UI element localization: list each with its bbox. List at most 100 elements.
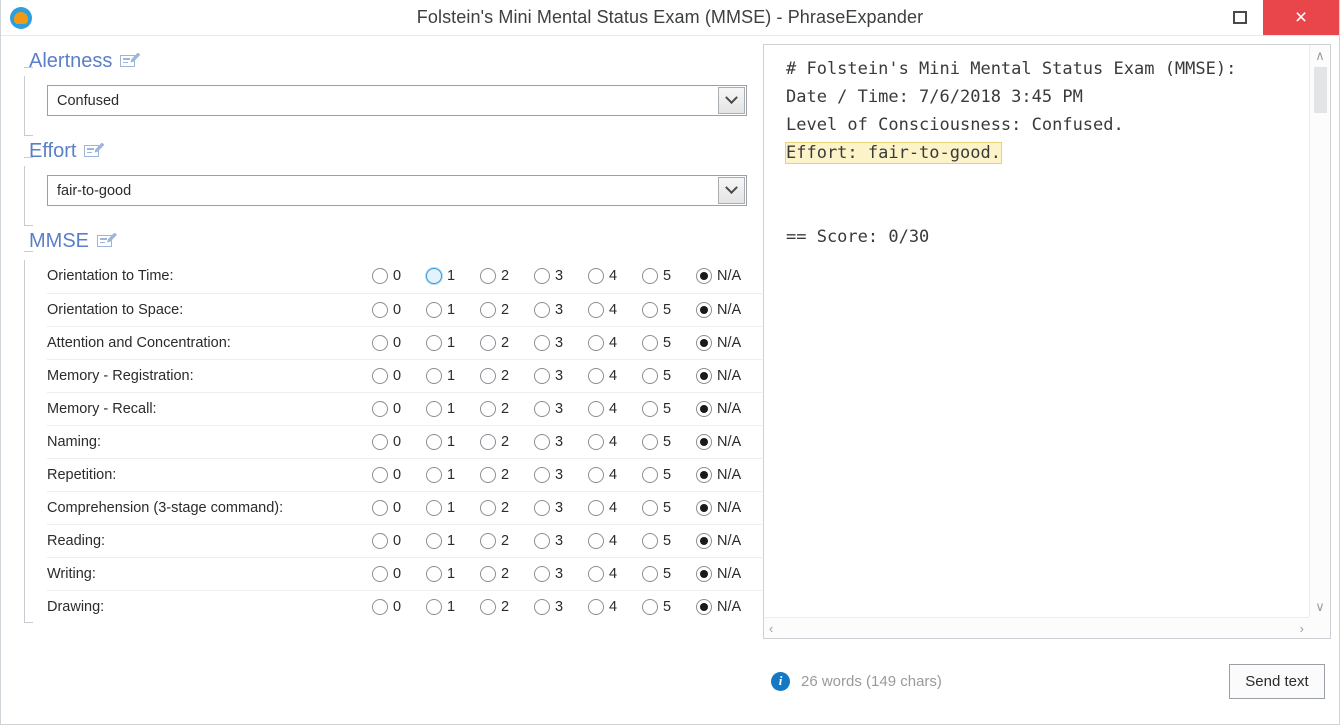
radio-button[interactable]	[534, 499, 550, 516]
radio-option-1[interactable]: 1	[426, 466, 480, 483]
radio-option-0[interactable]: 0	[372, 301, 426, 318]
close-button[interactable]: ×	[1263, 0, 1339, 35]
radio-button[interactable]	[534, 466, 550, 483]
radio-option-5[interactable]: 5	[642, 466, 696, 483]
radio-button[interactable]	[372, 367, 388, 384]
radio-option-1[interactable]: 1	[426, 433, 480, 450]
radio-button[interactable]	[534, 400, 550, 417]
radio-button[interactable]	[696, 301, 712, 318]
radio-button[interactable]	[372, 334, 388, 351]
radio-button[interactable]	[480, 301, 496, 318]
radio-option-1[interactable]: 1	[426, 598, 480, 615]
radio-button[interactable]	[426, 301, 442, 318]
radio-option-4[interactable]: 4	[588, 301, 642, 318]
radio-option-3[interactable]: 3	[534, 367, 588, 384]
radio-option-4[interactable]: 4	[588, 499, 642, 516]
radio-button[interactable]	[588, 367, 604, 384]
effort-select[interactable]: fair-to-good	[47, 175, 747, 206]
radio-option-5[interactable]: 5	[642, 367, 696, 384]
radio-option-5[interactable]: 5	[642, 499, 696, 516]
radio-button[interactable]	[372, 433, 388, 450]
vertical-scroll-thumb[interactable]	[1314, 67, 1327, 113]
radio-option-4[interactable]: 4	[588, 466, 642, 483]
radio-button[interactable]	[588, 400, 604, 417]
radio-option-3[interactable]: 3	[534, 334, 588, 351]
radio-button[interactable]	[642, 598, 658, 615]
radio-option-1[interactable]: 1	[426, 532, 480, 549]
radio-option-2[interactable]: 2	[480, 565, 534, 582]
radio-button[interactable]	[696, 532, 712, 549]
radio-button[interactable]	[696, 334, 712, 351]
radio-button[interactable]	[480, 367, 496, 384]
radio-option-1[interactable]: 1	[426, 268, 480, 285]
radio-option-4[interactable]: 4	[588, 268, 642, 285]
radio-option-5[interactable]: 5	[642, 433, 696, 450]
radio-button[interactable]	[480, 532, 496, 549]
radio-button[interactable]	[480, 400, 496, 417]
radio-button[interactable]	[642, 334, 658, 351]
radio-button[interactable]	[588, 301, 604, 318]
radio-option-1[interactable]: 1	[426, 400, 480, 417]
radio-button[interactable]	[372, 466, 388, 483]
radio-option-5[interactable]: 5	[642, 334, 696, 351]
radio-button[interactable]	[642, 565, 658, 582]
radio-option-n-a[interactable]: N/A	[696, 598, 762, 615]
radio-button[interactable]	[696, 400, 712, 417]
radio-option-2[interactable]: 2	[480, 466, 534, 483]
radio-option-1[interactable]: 1	[426, 301, 480, 318]
radio-option-0[interactable]: 0	[372, 499, 426, 516]
radio-option-3[interactable]: 3	[534, 466, 588, 483]
alertness-select[interactable]: Confused	[47, 85, 747, 116]
radio-option-0[interactable]: 0	[372, 532, 426, 549]
radio-option-3[interactable]: 3	[534, 565, 588, 582]
edit-note-icon[interactable]	[84, 142, 105, 159]
scroll-left-icon[interactable]: ‹	[769, 622, 773, 635]
preview-vertical-scrollbar[interactable]: ∧ ∨	[1309, 45, 1330, 617]
radio-button[interactable]	[696, 466, 712, 483]
radio-option-0[interactable]: 0	[372, 598, 426, 615]
radio-option-5[interactable]: 5	[642, 532, 696, 549]
radio-button[interactable]	[372, 400, 388, 417]
radio-button[interactable]	[588, 268, 604, 285]
radio-option-n-a[interactable]: N/A	[696, 301, 762, 318]
radio-option-0[interactable]: 0	[372, 565, 426, 582]
radio-button[interactable]	[642, 400, 658, 417]
radio-button[interactable]	[426, 466, 442, 483]
radio-option-n-a[interactable]: N/A	[696, 334, 762, 351]
scroll-down-icon[interactable]: ∨	[1315, 600, 1325, 613]
effort-dropdown-button[interactable]	[718, 177, 745, 204]
radio-button[interactable]	[642, 433, 658, 450]
radio-button[interactable]	[588, 532, 604, 549]
radio-button[interactable]	[426, 400, 442, 417]
radio-button[interactable]	[480, 433, 496, 450]
radio-option-4[interactable]: 4	[588, 433, 642, 450]
radio-button[interactable]	[642, 532, 658, 549]
radio-button[interactable]	[372, 268, 388, 285]
radio-option-4[interactable]: 4	[588, 532, 642, 549]
radio-button[interactable]	[588, 499, 604, 516]
radio-option-n-a[interactable]: N/A	[696, 400, 762, 417]
alertness-dropdown-button[interactable]	[718, 87, 745, 114]
radio-option-3[interactable]: 3	[534, 532, 588, 549]
scroll-right-icon[interactable]: ›	[1300, 622, 1304, 635]
preview-text[interactable]: # Folstein's Mini Mental Status Exam (MM…	[764, 45, 1308, 616]
radio-button[interactable]	[696, 367, 712, 384]
radio-button[interactable]	[372, 598, 388, 615]
radio-button[interactable]	[534, 367, 550, 384]
radio-option-1[interactable]: 1	[426, 499, 480, 516]
send-text-button[interactable]: Send text	[1229, 663, 1325, 699]
radio-button[interactable]	[372, 301, 388, 318]
radio-option-n-a[interactable]: N/A	[696, 466, 762, 483]
radio-button[interactable]	[696, 268, 712, 285]
radio-button[interactable]	[696, 433, 712, 450]
radio-button[interactable]	[696, 598, 712, 615]
radio-button[interactable]	[426, 334, 442, 351]
radio-option-0[interactable]: 0	[372, 400, 426, 417]
radio-option-0[interactable]: 0	[372, 433, 426, 450]
radio-button[interactable]	[588, 565, 604, 582]
radio-option-2[interactable]: 2	[480, 400, 534, 417]
radio-option-3[interactable]: 3	[534, 433, 588, 450]
radio-button[interactable]	[480, 565, 496, 582]
radio-option-5[interactable]: 5	[642, 301, 696, 318]
radio-option-0[interactable]: 0	[372, 334, 426, 351]
